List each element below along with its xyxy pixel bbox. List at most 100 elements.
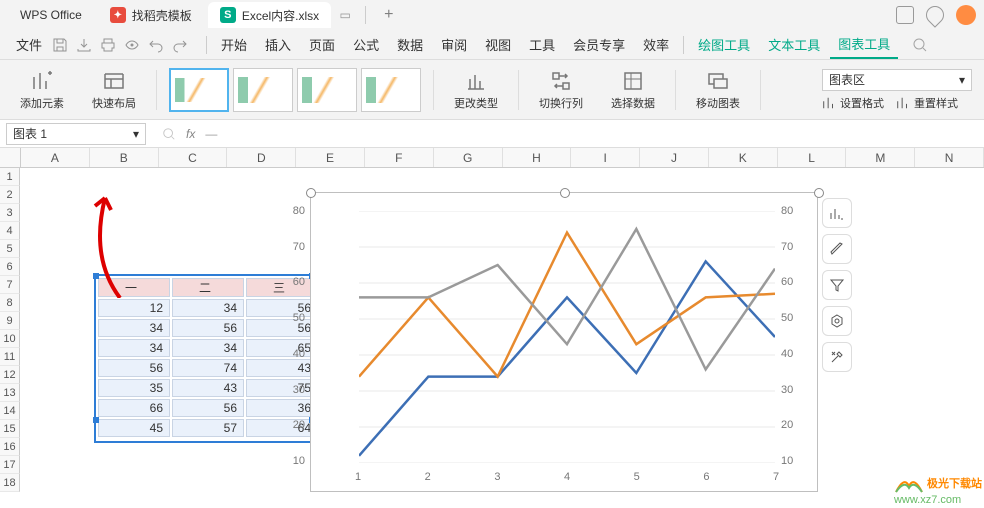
y-tick-label: 10 <box>781 455 793 467</box>
plot-area[interactable] <box>359 211 775 463</box>
menu-insert[interactable]: 插入 <box>257 31 299 58</box>
col-header[interactable]: G <box>434 148 503 167</box>
row-header[interactable]: 3 <box>0 204 20 222</box>
tab-label: Excel内容.xlsx <box>242 7 319 24</box>
menu-chart-tools[interactable]: 图表工具 <box>830 30 898 59</box>
quick-layout-button[interactable]: 快速布局 <box>84 67 144 113</box>
row-header[interactable]: 10 <box>0 330 20 348</box>
chart-tools-button[interactable] <box>822 342 852 372</box>
row-header[interactable]: 4 <box>0 222 20 240</box>
y-tick-label: 30 <box>293 384 305 396</box>
fx-icon[interactable]: fx <box>186 127 195 141</box>
template-tab[interactable]: ✦ 找稻壳模板 <box>98 2 204 28</box>
menu-tools[interactable]: 工具 <box>521 31 563 58</box>
style-thumb[interactable] <box>361 68 421 112</box>
file-tab[interactable]: S Excel内容.xlsx <box>208 2 331 28</box>
chart-elements-button[interactable] <box>822 198 852 228</box>
source-data-table: 一二三1234563456563434655674433543756656364… <box>94 274 322 443</box>
chart-area-combo[interactable]: 图表区 ▾ <box>822 69 972 91</box>
col-header[interactable]: D <box>227 148 296 167</box>
zoom-icon[interactable] <box>162 127 176 141</box>
chart-styles-button[interactable] <box>822 234 852 264</box>
col-header[interactable]: J <box>640 148 709 167</box>
row-header[interactable]: 6 <box>0 258 20 276</box>
col-header[interactable]: L <box>778 148 847 167</box>
name-box[interactable]: 图表 1 ▾ <box>6 123 146 145</box>
col-header[interactable]: H <box>503 148 572 167</box>
menu-efficiency[interactable]: 效率 <box>635 31 677 58</box>
undo-icon[interactable] <box>148 37 164 53</box>
row-header[interactable]: 12 <box>0 366 20 384</box>
row-header[interactable]: 16 <box>0 438 20 456</box>
menu-text-tools[interactable]: 文本工具 <box>760 31 828 58</box>
row-header[interactable]: 11 <box>0 348 20 366</box>
new-tab-button[interactable]: + <box>376 6 401 24</box>
col-header[interactable]: N <box>915 148 984 167</box>
row-header[interactable]: 14 <box>0 402 20 420</box>
col-header[interactable]: F <box>365 148 434 167</box>
sheet[interactable]: ABCDEFGHIJKLMN 1234567891011121314151617… <box>0 148 984 508</box>
col-header[interactable]: I <box>571 148 640 167</box>
box-icon[interactable] <box>922 2 947 27</box>
table-header-cell: 三 <box>246 278 318 297</box>
col-header[interactable]: C <box>159 148 228 167</box>
style-thumb[interactable] <box>233 68 293 112</box>
chart-object[interactable]: 101020203030404050506060707080801234567 <box>310 192 818 492</box>
label: 快速布局 <box>92 95 136 111</box>
row-header[interactable]: 9 <box>0 312 20 330</box>
select-data-button[interactable]: 选择数据 <box>603 67 663 113</box>
col-header[interactable]: A <box>21 148 90 167</box>
row-header[interactable]: 5 <box>0 240 20 258</box>
menu-review[interactable]: 审阅 <box>433 31 475 58</box>
col-header[interactable]: M <box>846 148 915 167</box>
avatar[interactable] <box>956 5 976 25</box>
chart-settings-button[interactable] <box>822 306 852 336</box>
col-header[interactable]: K <box>709 148 778 167</box>
export-icon[interactable] <box>76 37 92 53</box>
chart-handle[interactable] <box>560 188 570 198</box>
y-tick-label: 30 <box>781 384 793 396</box>
menu-data[interactable]: 数据 <box>389 31 431 58</box>
row-header[interactable]: 17 <box>0 456 20 474</box>
set-format-button[interactable]: 设置格式 <box>822 95 884 111</box>
menu-page[interactable]: 页面 <box>301 31 343 58</box>
change-type-button[interactable]: 更改类型 <box>446 67 506 113</box>
reset-style-button[interactable]: 重置样式 <box>896 95 958 111</box>
select-all-corner[interactable] <box>0 148 21 167</box>
row-header[interactable]: 7 <box>0 276 20 294</box>
row-header[interactable]: 15 <box>0 420 20 438</box>
tab-menu-icon[interactable]: ▭ <box>335 8 355 22</box>
menu-member[interactable]: 会员专享 <box>565 31 633 58</box>
style-thumb[interactable] <box>297 68 357 112</box>
chevron-down-icon: ▾ <box>133 127 139 141</box>
row-header[interactable]: 8 <box>0 294 20 312</box>
switch-rowcol-button[interactable]: 切换行列 <box>531 67 591 113</box>
col-header[interactable]: E <box>296 148 365 167</box>
print-icon[interactable] <box>100 37 116 53</box>
screenshot-icon[interactable] <box>896 6 914 24</box>
menu-start[interactable]: 开始 <box>213 31 255 58</box>
col-header[interactable]: B <box>90 148 159 167</box>
save-icon[interactable] <box>52 37 68 53</box>
row-header[interactable]: 1 <box>0 168 20 186</box>
menu-view[interactable]: 视图 <box>477 31 519 58</box>
row-header[interactable]: 18 <box>0 474 20 492</box>
row-header[interactable]: 13 <box>0 384 20 402</box>
menu-formula[interactable]: 公式 <box>345 31 387 58</box>
table-cell: 34 <box>98 339 170 357</box>
chart-filter-button[interactable] <box>822 270 852 300</box>
redo-icon[interactable] <box>172 37 188 53</box>
preview-icon[interactable] <box>124 37 140 53</box>
app-tab[interactable]: WPS Office <box>8 2 94 28</box>
style-thumb[interactable] <box>169 68 229 112</box>
add-element-icon <box>30 69 54 93</box>
chart-handle[interactable] <box>306 188 316 198</box>
file-menu[interactable]: 文件 <box>8 31 50 58</box>
menu-draw-tools[interactable]: 绘图工具 <box>690 31 758 58</box>
move-chart-button[interactable]: 移动图表 <box>688 67 748 113</box>
search-icon[interactable] <box>912 37 928 53</box>
row-header[interactable]: 2 <box>0 186 20 204</box>
add-element-button[interactable]: 添加元素 <box>12 67 72 113</box>
chart-handle[interactable] <box>814 188 824 198</box>
table-cell: 56 <box>246 299 318 317</box>
